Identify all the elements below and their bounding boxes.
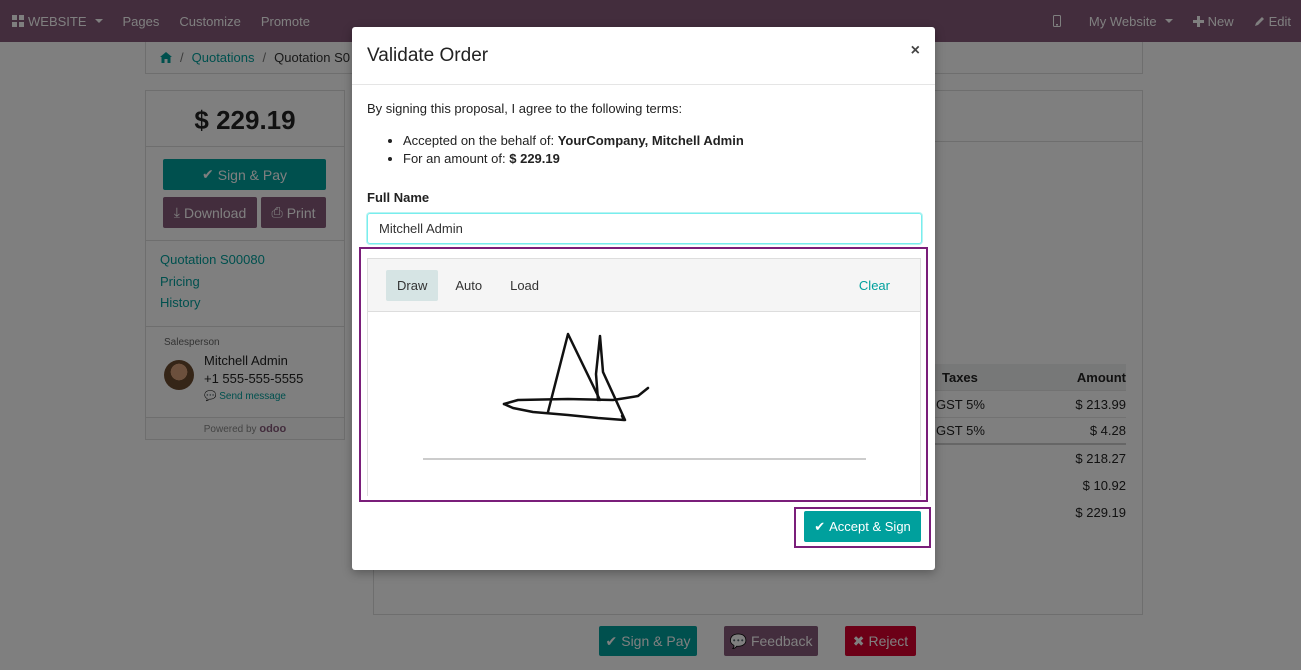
- amount-value: $ 229.19: [509, 151, 560, 166]
- close-icon[interactable]: ×: [911, 42, 920, 60]
- tab-draw[interactable]: Draw: [386, 269, 439, 301]
- terms-list: Accepted on the behalf of: YourCompany, …: [367, 132, 920, 168]
- behalf-label: Accepted on the behalf of:: [403, 133, 555, 148]
- terms-intro: By signing this proposal, I agree to the…: [367, 101, 683, 116]
- full-name-label: Full Name: [367, 190, 430, 205]
- check-icon: ✔: [814, 518, 826, 534]
- signature-widget: Draw Auto Load Clear: [367, 258, 921, 496]
- tab-auto[interactable]: Auto: [444, 270, 493, 301]
- signature-canvas[interactable]: [368, 312, 920, 496]
- modal-header: Validate Order ×: [352, 27, 935, 85]
- signature-drawing: [423, 332, 866, 460]
- list-item: For an amount of: $ 229.19: [403, 150, 920, 168]
- amount-label: For an amount of:: [403, 151, 506, 166]
- signature-mode-tabs: Draw Auto Load Clear: [368, 259, 920, 312]
- clear-signature-link[interactable]: Clear: [859, 278, 890, 293]
- accept-sign-button[interactable]: ✔ Accept & Sign: [804, 511, 921, 542]
- validate-order-modal: Validate Order × By signing this proposa…: [352, 27, 935, 570]
- modal-body: By signing this proposal, I agree to the…: [352, 85, 935, 244]
- behalf-value: YourCompany, Mitchell Admin: [557, 133, 744, 148]
- tab-load[interactable]: Load: [499, 270, 550, 301]
- list-item: Accepted on the behalf of: YourCompany, …: [403, 132, 920, 150]
- accept-sign-label: Accept & Sign: [829, 519, 911, 534]
- modal-title: Validate Order: [367, 44, 489, 66]
- full-name-input[interactable]: Mitchell Admin: [367, 213, 922, 244]
